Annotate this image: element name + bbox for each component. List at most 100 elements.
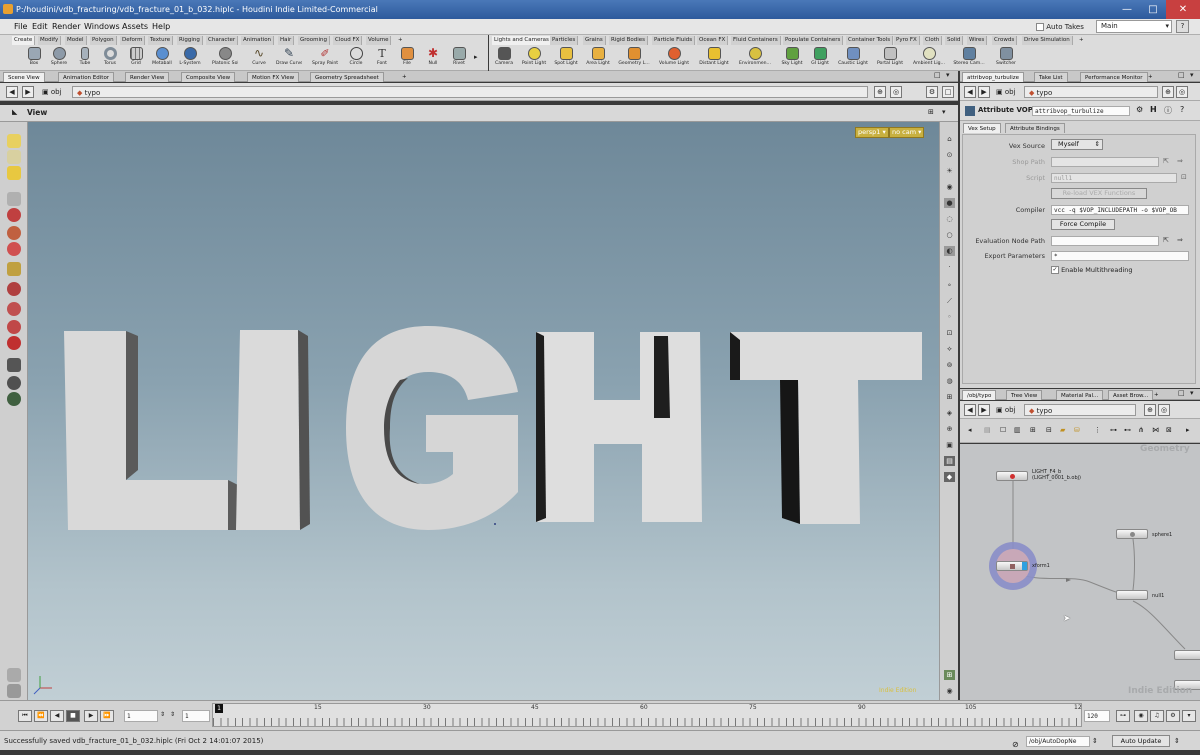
secure-select-icon[interactable] [7,150,21,164]
vertex-icon[interactable]: ⟡ [944,344,955,354]
node-null1[interactable] [1116,590,1148,600]
script-field[interactable]: null1 [1051,173,1177,183]
pane-maximize-icon[interactable]: □ [934,71,941,79]
grid-snap-icon[interactable]: ⊞ [1030,426,1036,434]
prim-normals-icon[interactable]: ◦ [944,312,955,322]
shelf-tab-fluid-containers[interactable]: Fluid Containers [731,36,781,45]
chevron-down-icon[interactable]: ⇕ [1174,731,1180,751]
play-reverse-icon[interactable]: ◀ [50,710,64,722]
tool-circle[interactable]: Circle [343,47,369,71]
menu-assets[interactable]: Assets [122,19,148,35]
shelf-tab-create[interactable]: Create [12,36,36,45]
menu-windows[interactable]: Windows [84,19,120,35]
flipbook-icon[interactable] [7,376,21,390]
tool-font[interactable]: T Font [369,47,395,71]
minimize-icon[interactable]: — [1114,0,1140,19]
timeline-menu-icon[interactable]: ▾ [1182,710,1196,722]
link-icon[interactable]: ◎ [890,86,902,98]
tab-performance-monitor[interactable]: Performance Monitor [1080,72,1148,82]
tab-animation-editor[interactable]: Animation Editor [58,72,115,82]
select-tool-icon[interactable] [7,134,21,148]
breadcrumb-typo[interactable]: ◆ typo [1024,404,1136,416]
tab-motion-fx-view[interactable]: Motion FX View [247,72,300,82]
menu-render[interactable]: Render [52,19,80,35]
menu-edit[interactable]: Edit [32,19,48,35]
info-icon[interactable]: ◆ [944,472,955,482]
help-button[interactable]: ? [1176,20,1189,33]
tool-curve[interactable]: ∿ Curve [246,47,272,71]
shelf-add-tab-icon[interactable]: + [396,36,405,45]
shelf-add-tab-icon[interactable]: + [1077,36,1086,45]
note-icon[interactable]: ▥ [1014,426,1021,434]
forward-arrow-icon[interactable]: ▶ [22,86,34,98]
link-icon[interactable]: ◎ [1158,404,1170,416]
play-icon[interactable]: ▶ [84,710,98,722]
tab-vex-setup[interactable]: Vex Setup [963,123,1001,133]
shelf-tab-ocean-fx[interactable]: Ocean FX [697,36,729,45]
menu-file[interactable]: File [14,19,27,35]
help-icon[interactable]: ? [1180,105,1184,114]
grid-toggle-icon[interactable]: ⊞ [944,392,955,402]
shelf-scroll-right-icon[interactable]: ▸ [474,53,478,61]
link-icon[interactable]: ◎ [1176,86,1188,98]
pane-maximize-icon[interactable]: □ [1178,389,1185,397]
backface-icon[interactable]: ◐ [944,246,955,256]
checkmark-icon[interactable]: ✓ [1051,266,1059,274]
path-menu-icon[interactable]: ⇕ [1092,731,1098,751]
view-tool-icon[interactable] [7,166,21,180]
snap-prim-icon[interactable] [7,302,21,316]
tab-render-view[interactable]: Render View [125,72,170,82]
snap-multi-icon[interactable] [7,336,21,350]
shop-path-field[interactable] [1051,157,1159,167]
forward-arrow-icon[interactable]: ▶ [978,86,990,98]
force-compile-button[interactable]: Force Compile [1051,219,1115,230]
snapshot-icon[interactable]: ▣ [944,440,955,450]
pin-icon[interactable]: ⊕ [874,86,886,98]
background-icon[interactable]: ▤ [944,456,955,466]
stop-icon[interactable]: ■ [66,710,80,722]
shelf-tab-solid[interactable]: Solid [945,36,964,45]
align-icon[interactable]: ⊶ [1110,426,1117,434]
shelf-tab-drive-simulation[interactable]: Drive Simulation [1022,36,1073,45]
network-editor[interactable]: Geometry LIGHT_F4_b (LIGHT_0001_b.obj) s… [960,444,1200,700]
pane-menu-icon[interactable]: ▾ [1190,389,1194,397]
move-tool-icon[interactable] [7,208,21,222]
shelf-tab-populate-containers[interactable]: Populate Containers [783,36,844,45]
tool-platonic[interactable]: Platonic Sol... [212,47,238,71]
breadcrumb-obj[interactable]: ▣ obj [42,86,62,98]
auto-takes-checkbox[interactable] [1036,23,1044,31]
realtime-icon[interactable]: ◉ [1134,710,1148,722]
brush-tool-icon[interactable] [7,668,21,682]
tool-stereo-camera[interactable]: Stereo Cam... [951,47,987,71]
global-anim-options-icon[interactable]: ⚙ [1166,710,1180,722]
viewport-options-icon[interactable]: ▾ [942,108,946,116]
node-chooser-icon[interactable]: ⇱ [1163,157,1169,165]
3d-viewport[interactable]: persp1 ▾ no cam ▾ Indie Edition [28,122,939,700]
guide-icon[interactable]: ⊕ [944,424,955,434]
forward-arrow-icon[interactable]: ▶ [978,404,990,416]
back-arrow-icon[interactable]: ◀ [964,86,976,98]
tool-draw-curve[interactable]: ✎ Draw Curve [276,47,302,71]
tool-lsystem[interactable]: L-System [177,47,203,71]
shelf-tab-crowds[interactable]: Crowds [992,36,1018,45]
info-icon[interactable]: ⓘ [1164,105,1172,116]
connect-icon[interactable]: ⊷ [1124,426,1131,434]
shelf-tab-cloud-fx[interactable]: Cloud FX [333,36,363,45]
expand-icon[interactable]: ▸ [1186,426,1190,434]
node-sphere1[interactable] [1116,529,1148,539]
pin-icon[interactable]: ⊕ [1144,404,1156,416]
vex-source-dropdown[interactable]: Myself ⇕ [1051,139,1103,150]
normals-icon[interactable]: ⟋ [944,296,955,306]
breadcrumb-typo[interactable]: ◆ typo [72,86,868,98]
pane-menu-icon[interactable]: ▾ [946,71,950,79]
tool-rivet[interactable]: Rivet [446,47,472,71]
handle-tool-icon[interactable] [7,262,21,276]
ghost-icon[interactable]: ○ [944,230,955,240]
tool-gi-light[interactable]: GI Light [807,47,833,71]
uv-icon[interactable]: ⊡ [944,328,955,338]
step-forward-icon[interactable]: ⏩ [100,710,114,722]
tool-ambient-light[interactable]: Ambient Lig... [911,47,947,71]
tool-switcher[interactable]: Switcher [991,47,1021,71]
auto-update-dropdown[interactable]: Auto Update [1112,735,1170,747]
scale-tool-icon[interactable] [7,242,21,256]
